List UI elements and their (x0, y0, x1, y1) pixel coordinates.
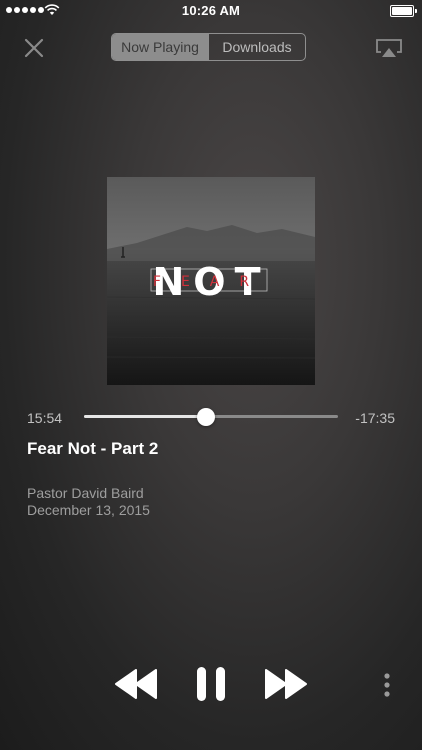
progress-thumb[interactable] (196, 408, 215, 426)
view-segmented-control: Now Playing Downloads (111, 33, 306, 61)
close-icon[interactable] (22, 36, 46, 60)
progress-played (84, 415, 206, 418)
status-time: 10:26 AM (181, 3, 241, 18)
fast-forward-icon[interactable] (263, 667, 309, 701)
artwork-title-bottom: FEAR (153, 274, 269, 290)
airplay-icon[interactable] (375, 38, 403, 58)
track-date: December 13, 2015 (27, 502, 150, 518)
battery-icon (390, 5, 417, 17)
more-options-icon[interactable] (380, 672, 394, 698)
pause-icon[interactable] (195, 666, 227, 702)
elapsed-time: 15:54 (27, 410, 63, 426)
tab-downloads[interactable]: Downloads (208, 34, 305, 60)
tab-now-playing[interactable]: Now Playing (112, 34, 208, 60)
status-bar: 10:26 AM (0, 0, 422, 22)
track-title: Fear Not - Part 2 (27, 439, 159, 458)
rewind-icon[interactable] (113, 667, 159, 701)
speaker-name: Pastor David Baird (27, 485, 144, 501)
album-artwork: NOT FEAR (107, 177, 315, 385)
progress-slider[interactable] (84, 405, 338, 429)
remaining-time: -17:35 (355, 410, 395, 426)
artwork-title: NOT FEAR (152, 260, 269, 304)
